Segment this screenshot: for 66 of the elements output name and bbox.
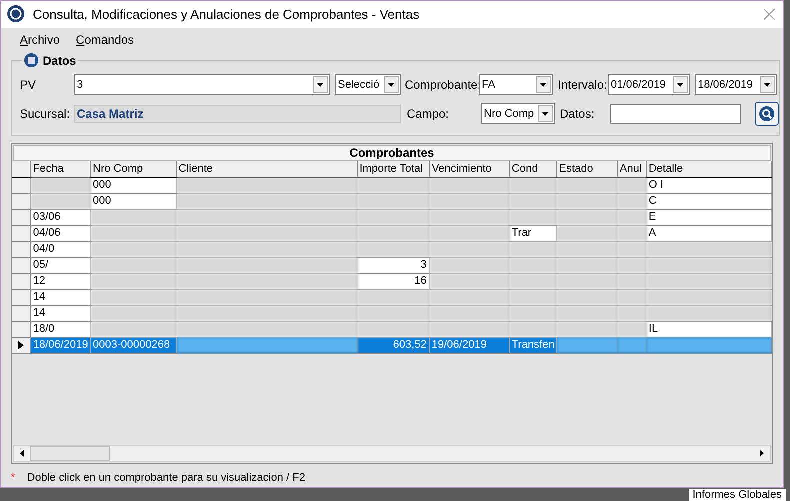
table-row[interactable]: 04/06 Trar A xyxy=(12,226,772,242)
table-row[interactable]: 18/0 IL xyxy=(12,322,772,338)
caret-down-icon xyxy=(540,82,547,87)
table-cell: C xyxy=(646,194,772,209)
window-title: Consulta, Modificaciones y Anulaciones de Comprobantes - Ventas xyxy=(33,6,421,24)
table-row[interactable]: 05/ 3 xyxy=(12,258,772,274)
column-header[interactable]: Estado xyxy=(557,160,618,177)
scroll-thumb[interactable] xyxy=(30,446,110,462)
table-cell: E xyxy=(646,210,772,225)
caret-down-icon xyxy=(764,82,771,87)
caret-down-icon xyxy=(317,82,324,87)
required-marker: * xyxy=(11,471,16,486)
column-header[interactable]: Fecha xyxy=(31,160,92,177)
menu-item[interactable]: Archivo xyxy=(20,30,60,49)
campo-dropdown[interactable]: Nro Comp xyxy=(481,103,555,124)
table-cell: 19/06/2019 xyxy=(430,338,510,353)
table-row[interactable]: 000 O I xyxy=(12,178,772,194)
menu-item[interactable]: Comandos xyxy=(76,30,134,49)
column-header[interactable]: Detalle xyxy=(646,160,772,177)
close-icon[interactable] xyxy=(764,8,775,20)
table-row[interactable]: 03/06 E xyxy=(12,210,772,226)
table-row[interactable]: 14 xyxy=(12,290,772,306)
field-label: PV xyxy=(20,78,36,92)
field-label: Datos: xyxy=(560,106,595,121)
caret-down-icon xyxy=(388,82,395,87)
table-cell: A xyxy=(646,226,772,241)
table-row[interactable]: 12 16 xyxy=(12,274,772,290)
search-icon xyxy=(759,106,775,122)
caret-down-icon xyxy=(677,82,684,87)
field-label: Campo: xyxy=(407,106,450,121)
caret-down-icon xyxy=(542,112,549,116)
row-pointer-icon xyxy=(18,340,24,350)
search-button[interactable] xyxy=(755,102,779,126)
column-header[interactable]: Vencimiento xyxy=(430,160,510,177)
row-header[interactable] xyxy=(12,338,32,353)
column-header[interactable]: Cond xyxy=(510,160,558,177)
background-label: Informes Globales xyxy=(688,489,786,501)
column-header[interactable]: Cliente xyxy=(176,160,358,177)
table-cell: IL xyxy=(646,322,772,337)
group-title: Datos xyxy=(43,52,76,70)
horizontal-scrollbar[interactable] xyxy=(13,445,771,462)
field-label: Comprobante: xyxy=(405,78,482,92)
table-row[interactable]: 04/0 xyxy=(12,242,772,258)
table-cell: 18/06/2019 xyxy=(31,338,92,353)
date-picker[interactable]: 18/06/2019 xyxy=(695,74,777,96)
table-row[interactable]: 18/06/2019 0003-00000268 603,52 19/06/2019 Transfen xyxy=(12,338,772,354)
app-logo-icon xyxy=(7,5,25,24)
row-header[interactable] xyxy=(12,178,32,193)
disk-icon xyxy=(24,53,39,68)
column-header[interactable]: Anul xyxy=(618,160,647,177)
mode-dropdown[interactable]: Selecció xyxy=(335,74,401,96)
field-label: Intervalo: xyxy=(558,78,608,92)
table-cell: 603,52 xyxy=(358,338,430,353)
date-picker[interactable]: 01/06/2019 xyxy=(608,74,690,96)
table-row[interactable]: 14 xyxy=(12,306,772,322)
sucursal-field: Casa Matriz xyxy=(74,104,401,123)
field-label: Sucursal: xyxy=(20,106,70,121)
status-text: Doble click en un comprobante para su visualizacion / F2 xyxy=(27,471,306,486)
column-header[interactable]: Nro Comp xyxy=(91,160,177,177)
pv-dropdown[interactable]: 3 xyxy=(74,74,330,96)
table-cell: O I xyxy=(646,178,772,193)
table-title: Comprobantes xyxy=(13,144,771,161)
datos-input[interactable] xyxy=(610,104,741,124)
table-row[interactable]: 000 C xyxy=(12,194,772,210)
comprobante-dropdown[interactable]: FA xyxy=(479,74,553,96)
column-header[interactable]: Importe Total xyxy=(358,160,430,177)
